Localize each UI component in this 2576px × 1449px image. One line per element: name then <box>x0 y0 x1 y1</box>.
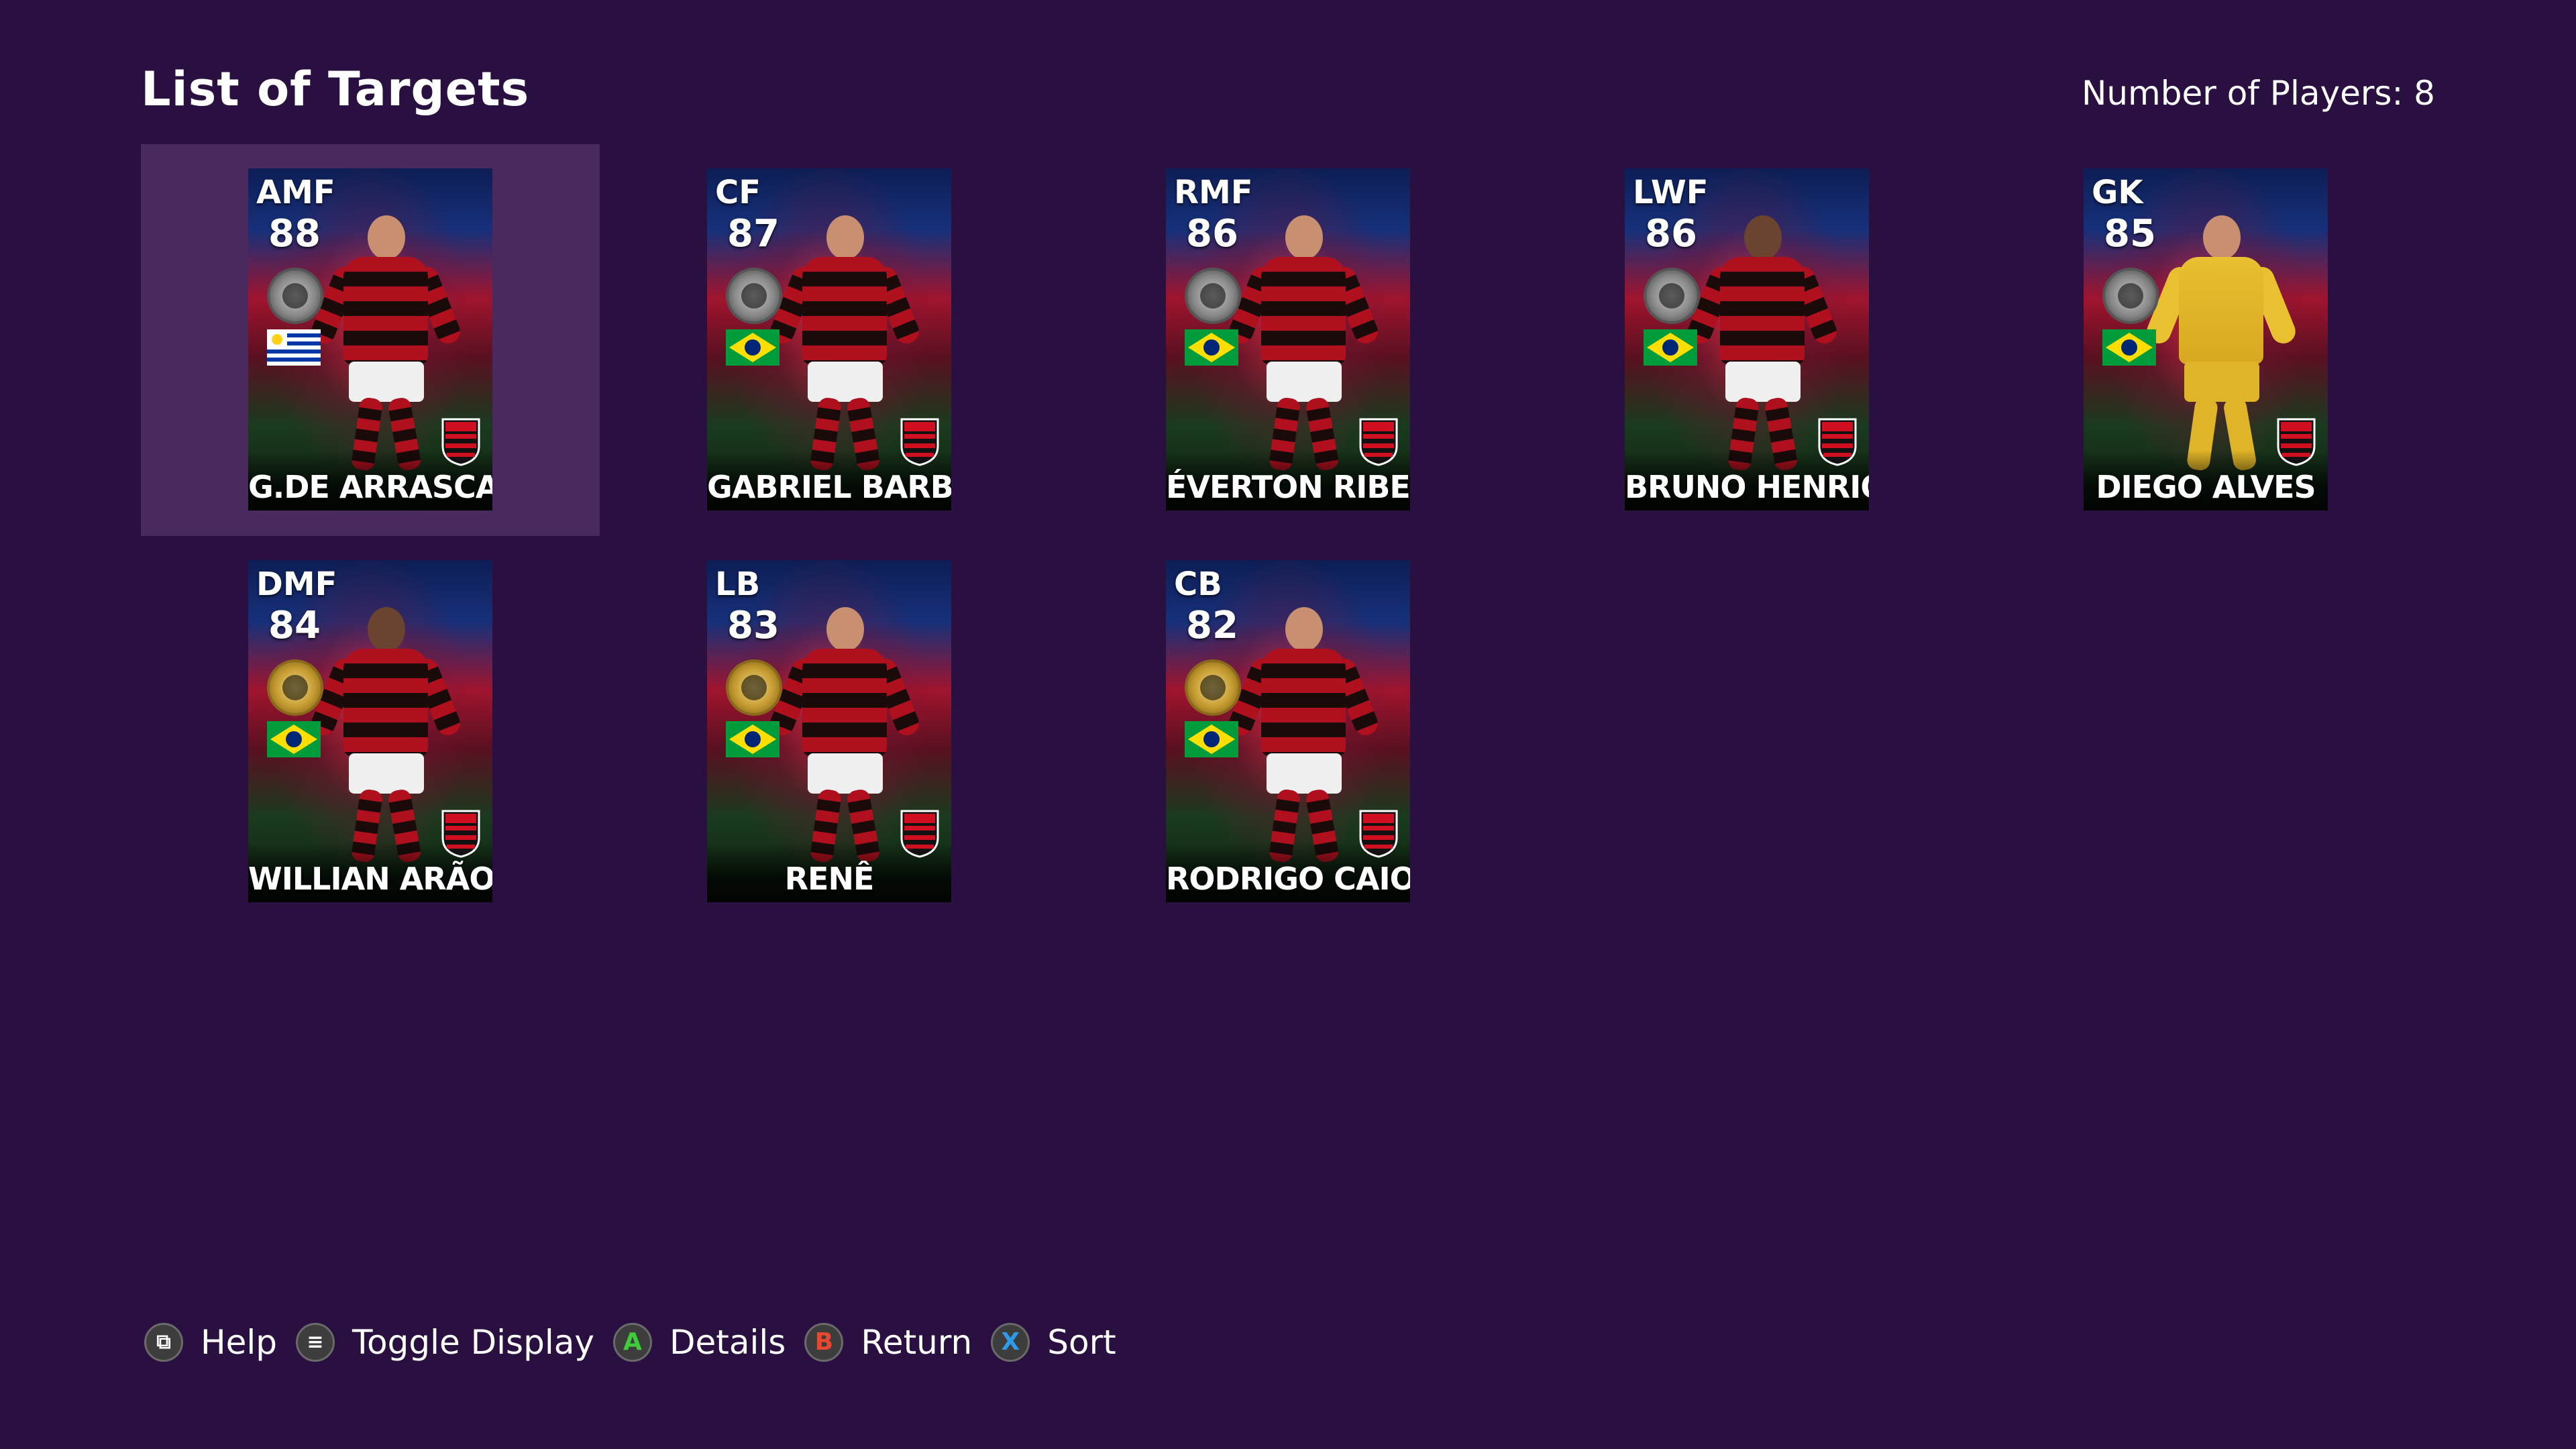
player-card[interactable]: CF 87 GABRIEL BARBOSA <box>707 168 951 511</box>
club-crest-icon <box>1359 418 1398 466</box>
brazil-flag-icon <box>726 329 780 366</box>
player-figure <box>307 607 464 864</box>
player-rating: 86 <box>1645 212 1697 256</box>
club-crest-icon <box>441 418 480 466</box>
brazil-flag-icon <box>1185 329 1238 366</box>
player-rating: 82 <box>1186 604 1238 647</box>
player-card[interactable]: GK 85 DIEGO ALVES <box>2084 168 2328 511</box>
player-figure <box>2143 215 2300 472</box>
menu-button-icon: ≡ <box>296 1323 335 1362</box>
player-position: RMF <box>1174 174 1253 211</box>
card-type-badge-icon <box>2102 268 2159 324</box>
target-list-screen: List of Targets Number of Players: 8 AMF… <box>0 0 2576 1449</box>
player-rating: 85 <box>2104 212 2156 256</box>
player-slot[interactable]: RMF 86 ÉVERTON RIBEIRO <box>1059 144 1517 536</box>
player-slot[interactable]: AMF 88 G.DE ARRASCA <box>141 144 600 536</box>
player-slot[interactable]: LWF 86 BRUNO HENRIQUE <box>1517 144 1976 536</box>
player-position: CF <box>715 174 761 211</box>
player-card[interactable]: LB 83 RENÊ <box>707 560 951 902</box>
details-hint[interactable]: A Details <box>612 1323 786 1362</box>
player-figure <box>766 607 923 864</box>
player-figure <box>1225 215 1382 472</box>
card-type-badge-icon <box>726 268 782 324</box>
club-crest-icon <box>900 810 939 858</box>
card-type-badge-icon <box>267 268 323 324</box>
club-crest-icon <box>1818 418 1857 466</box>
brazil-flag-icon <box>1185 721 1238 757</box>
club-crest-icon <box>2277 418 2316 466</box>
player-figure <box>1225 607 1382 864</box>
brazil-flag-icon <box>726 721 780 757</box>
page-title: List of Targets <box>141 62 530 117</box>
card-type-badge-icon <box>726 659 782 716</box>
player-position: AMF <box>256 174 335 211</box>
player-name: GABRIEL BARBOSA <box>707 469 951 505</box>
player-card[interactable]: AMF 88 G.DE ARRASCA <box>248 168 492 511</box>
player-rating: 84 <box>268 604 321 647</box>
player-position: LWF <box>1633 174 1709 211</box>
player-name: RODRIGO CAIO <box>1166 861 1410 897</box>
player-name: DIEGO ALVES <box>2096 469 2316 505</box>
card-type-badge-icon <box>267 659 323 716</box>
a-button-icon: A <box>612 1323 652 1362</box>
player-card[interactable]: CB 82 RODRIGO CAIO <box>1166 560 1410 902</box>
player-rating: 86 <box>1186 212 1238 256</box>
brazil-flag-icon <box>1644 329 1697 366</box>
card-type-badge-icon <box>1644 268 1700 324</box>
player-name: WILLIAN ARÃO <box>248 861 492 897</box>
player-card[interactable]: LWF 86 BRUNO HENRIQUE <box>1625 168 1869 511</box>
help-hint[interactable]: ⧉ Help <box>144 1323 277 1362</box>
player-card[interactable]: RMF 86 ÉVERTON RIBEIRO <box>1166 168 1410 511</box>
player-position: LB <box>715 566 761 603</box>
brazil-flag-icon <box>267 721 321 757</box>
button-hints-bar: ⧉ Help ≡ Toggle Display A Details B Retu… <box>144 1323 1135 1362</box>
player-slot[interactable]: GK 85 DIEGO ALVES <box>1976 144 2435 536</box>
player-slot[interactable]: DMF 84 WILLIAN ARÃO <box>141 536 600 928</box>
player-slot[interactable]: CB 82 RODRIGO CAIO <box>1059 536 1517 928</box>
toggle-display-hint[interactable]: ≡ Toggle Display <box>296 1323 594 1362</box>
sort-hint[interactable]: X Sort <box>991 1323 1116 1362</box>
club-crest-icon <box>900 418 939 466</box>
player-grid: AMF 88 G.DE ARRASCA CF 87 GABRIEL BARB R… <box>141 144 2435 922</box>
player-card[interactable]: DMF 84 WILLIAN ARÃO <box>248 560 492 902</box>
player-count: Number of Players: 8 <box>2081 74 2435 113</box>
player-name: G.DE ARRASCAETA <box>248 469 492 505</box>
player-slot[interactable]: LB 83 RENÊ <box>600 536 1059 928</box>
player-name: ÉVERTON RIBEIRO <box>1166 469 1410 505</box>
club-crest-icon <box>1359 810 1398 858</box>
player-name: RENÊ <box>784 861 875 897</box>
player-position: DMF <box>256 566 337 603</box>
return-hint[interactable]: B Return <box>804 1323 972 1362</box>
help-label: Help <box>201 1323 277 1362</box>
player-figure <box>307 215 464 472</box>
player-figure <box>1684 215 1841 472</box>
b-button-icon: B <box>804 1323 844 1362</box>
card-type-badge-icon <box>1185 659 1241 716</box>
x-button-icon: X <box>991 1323 1030 1362</box>
toggle-display-label: Toggle Display <box>352 1323 594 1362</box>
player-rating: 83 <box>727 604 780 647</box>
player-position: CB <box>1174 566 1222 603</box>
player-figure <box>766 215 923 472</box>
player-rating: 87 <box>727 212 780 256</box>
player-name: BRUNO HENRIQUE <box>1625 469 1869 505</box>
card-type-badge-icon <box>1185 268 1241 324</box>
player-slot[interactable]: CF 87 GABRIEL BARBOSA <box>600 144 1059 536</box>
details-label: Details <box>669 1323 786 1362</box>
player-rating: 88 <box>268 212 321 256</box>
view-button-icon: ⧉ <box>144 1323 183 1362</box>
uruguay-flag-icon <box>267 329 321 366</box>
club-crest-icon <box>441 810 480 858</box>
sort-label: Sort <box>1047 1323 1116 1362</box>
player-position: GK <box>2092 174 2143 211</box>
brazil-flag-icon <box>2102 329 2156 366</box>
return-label: Return <box>861 1323 973 1362</box>
